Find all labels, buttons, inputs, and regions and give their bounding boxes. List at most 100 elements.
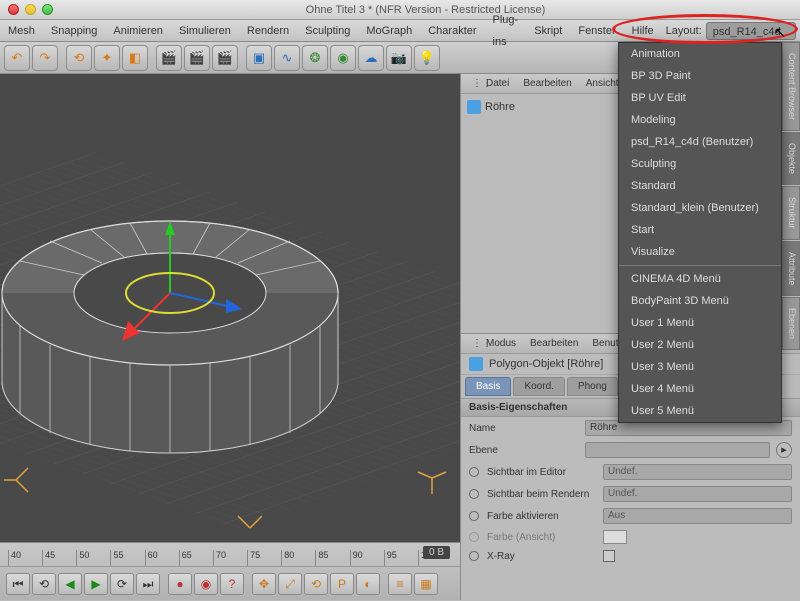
dd-bp3dpaint[interactable]: BP 3D Paint — [619, 65, 781, 87]
side-tab-layers[interactable]: Ebenen — [782, 297, 800, 350]
param-key-button[interactable]: P — [330, 573, 354, 595]
prop-label-xr: X-Ray — [487, 551, 597, 562]
tab-phong[interactable]: Phong — [567, 377, 618, 396]
axis-button[interactable]: ✦ — [94, 45, 120, 71]
deformer-button[interactable]: ◉ — [330, 45, 356, 71]
side-tab-objects[interactable]: Objekte — [782, 132, 800, 185]
record-button[interactable]: ● — [168, 573, 192, 595]
prev-key-button[interactable]: ⟲ — [32, 573, 56, 595]
menu-animate[interactable]: Animieren — [105, 20, 171, 42]
rotate-key-button[interactable]: ⟲ — [304, 573, 328, 595]
dd-user4[interactable]: User 4 Menü — [619, 378, 781, 400]
3d-viewport[interactable] — [0, 74, 460, 542]
close-icon[interactable] — [8, 4, 19, 15]
key-options-button[interactable]: ? — [220, 573, 244, 595]
dd-psd[interactable]: psd_R14_c4d (Benutzer) — [619, 131, 781, 153]
polygon-icon — [469, 357, 483, 371]
dd-animation[interactable]: Animation — [619, 43, 781, 65]
dd-user5[interactable]: User 5 Menü — [619, 400, 781, 422]
radio-icon[interactable] — [469, 489, 479, 499]
side-tab-content[interactable]: Content Browser — [782, 42, 800, 131]
side-tab-attributes[interactable]: Attribute — [782, 241, 800, 297]
cube-button[interactable]: ◧ — [122, 45, 148, 71]
move-key-button[interactable]: ✥ — [252, 573, 276, 595]
color-activate-select[interactable]: Aus — [603, 508, 792, 524]
dd-standard[interactable]: Standard — [619, 175, 781, 197]
render-settings-button[interactable]: 🎬 — [212, 45, 238, 71]
undo-button[interactable]: ↶ — [4, 45, 30, 71]
prop-label-fc: Farbe (Ansicht) — [487, 532, 597, 543]
layer-field[interactable] — [585, 442, 770, 458]
environment-button[interactable]: ☁ — [358, 45, 384, 71]
dd-sculpting[interactable]: Sculpting — [619, 153, 781, 175]
render-region-button[interactable]: 🎬 — [184, 45, 210, 71]
side-tabs: Content Browser Objekte Struktur Attribu… — [782, 42, 800, 351]
layer-picker-icon[interactable]: ▸ — [776, 442, 792, 458]
spline-button[interactable]: ∿ — [274, 45, 300, 71]
render-vis-select[interactable]: Undef. — [603, 486, 792, 502]
menu-snapping[interactable]: Snapping — [43, 20, 106, 42]
dd-bpmenu[interactable]: BodyPaint 3D Menü — [619, 290, 781, 312]
dd-c4dmenu[interactable]: CINEMA 4D Menü — [619, 268, 781, 290]
menu-mograph[interactable]: MoGraph — [358, 20, 420, 42]
next-key-button[interactable]: ⟳ — [110, 573, 134, 595]
timeline-panel: 40 45 50 55 60 65 70 75 80 85 90 95 100 … — [0, 542, 460, 600]
dd-visualize[interactable]: Visualize — [619, 241, 781, 263]
radio-icon[interactable] — [469, 551, 479, 561]
play-button[interactable]: ▶ — [84, 573, 108, 595]
dropdown-separator — [619, 265, 781, 266]
menu-character[interactable]: Charakter — [420, 20, 484, 42]
dd-bpuvedit[interactable]: BP UV Edit — [619, 87, 781, 109]
menu-render[interactable]: Rendern — [239, 20, 297, 42]
radio-icon[interactable] — [469, 511, 479, 521]
goto-start-button[interactable]: ⏮ — [6, 573, 30, 595]
radio-icon — [469, 532, 479, 542]
dd-user3[interactable]: User 3 Menü — [619, 356, 781, 378]
prop-label-name: Name — [469, 423, 579, 434]
menu-help[interactable]: Hilfe — [624, 20, 662, 42]
pla-button[interactable]: ◐ — [356, 573, 380, 595]
camera-button[interactable]: 📷 — [386, 45, 412, 71]
obj-menu-edit[interactable]: Bearbeiten — [516, 78, 578, 89]
menu-script[interactable]: Skript — [526, 20, 570, 42]
dd-modeling[interactable]: Modeling — [619, 109, 781, 131]
fcurve-button[interactable]: ≡ — [388, 573, 412, 595]
goto-end-button[interactable]: ⏭ — [136, 573, 160, 595]
render-button[interactable]: 🎬 — [156, 45, 182, 71]
menu-sculpting[interactable]: Sculpting — [297, 20, 358, 42]
dd-user2[interactable]: User 2 Menü — [619, 334, 781, 356]
window-titlebar: Ohne Titel 3 * (NFR Version - Restricted… — [0, 0, 800, 20]
menu-plugins[interactable]: Plug-ins — [485, 9, 527, 53]
redo-button[interactable]: ↷ — [32, 45, 58, 71]
radio-icon[interactable] — [469, 467, 479, 477]
viewport-svg — [0, 74, 460, 542]
layout-label: Layout: — [662, 25, 706, 37]
menu-mesh[interactable]: Mesh — [0, 20, 43, 42]
dd-standardklein[interactable]: Standard_klein (Benutzer) — [619, 197, 781, 219]
play-back-button[interactable]: ◀ — [58, 573, 82, 595]
obj-menu-file[interactable]: Datei — [479, 78, 516, 89]
minimize-icon[interactable] — [25, 4, 36, 15]
zoom-icon[interactable] — [42, 4, 53, 15]
dd-user1[interactable]: User 1 Menü — [619, 312, 781, 334]
timeline-ruler[interactable]: 40 45 50 55 60 65 70 75 80 85 90 95 100 … — [0, 543, 460, 567]
tab-koord[interactable]: Koord. — [513, 377, 564, 396]
rotate-button[interactable]: ⟲ — [66, 45, 92, 71]
side-tab-structure[interactable]: Struktur — [782, 186, 800, 240]
light-button[interactable]: 💡 — [414, 45, 440, 71]
autokey-button[interactable]: ◉ — [194, 573, 218, 595]
dope-button[interactable]: ▦ — [414, 573, 438, 595]
menu-window[interactable]: Fenster — [570, 20, 623, 42]
editor-vis-select[interactable]: Undef. — [603, 464, 792, 480]
menu-simulate[interactable]: Simulieren — [171, 20, 239, 42]
tab-basis[interactable]: Basis — [465, 377, 511, 396]
generator-button[interactable]: ❂ — [302, 45, 328, 71]
dd-start[interactable]: Start — [619, 219, 781, 241]
attr-menu-edit[interactable]: Bearbeiten — [523, 338, 585, 349]
attr-menu-mode[interactable]: Modus — [479, 338, 523, 349]
scale-key-button[interactable]: ⤢ — [278, 573, 302, 595]
primitive-button[interactable]: ▣ — [246, 45, 272, 71]
xray-checkbox[interactable] — [603, 550, 615, 562]
color-swatch — [603, 530, 627, 544]
window-title: Ohne Titel 3 * (NFR Version - Restricted… — [59, 4, 792, 16]
